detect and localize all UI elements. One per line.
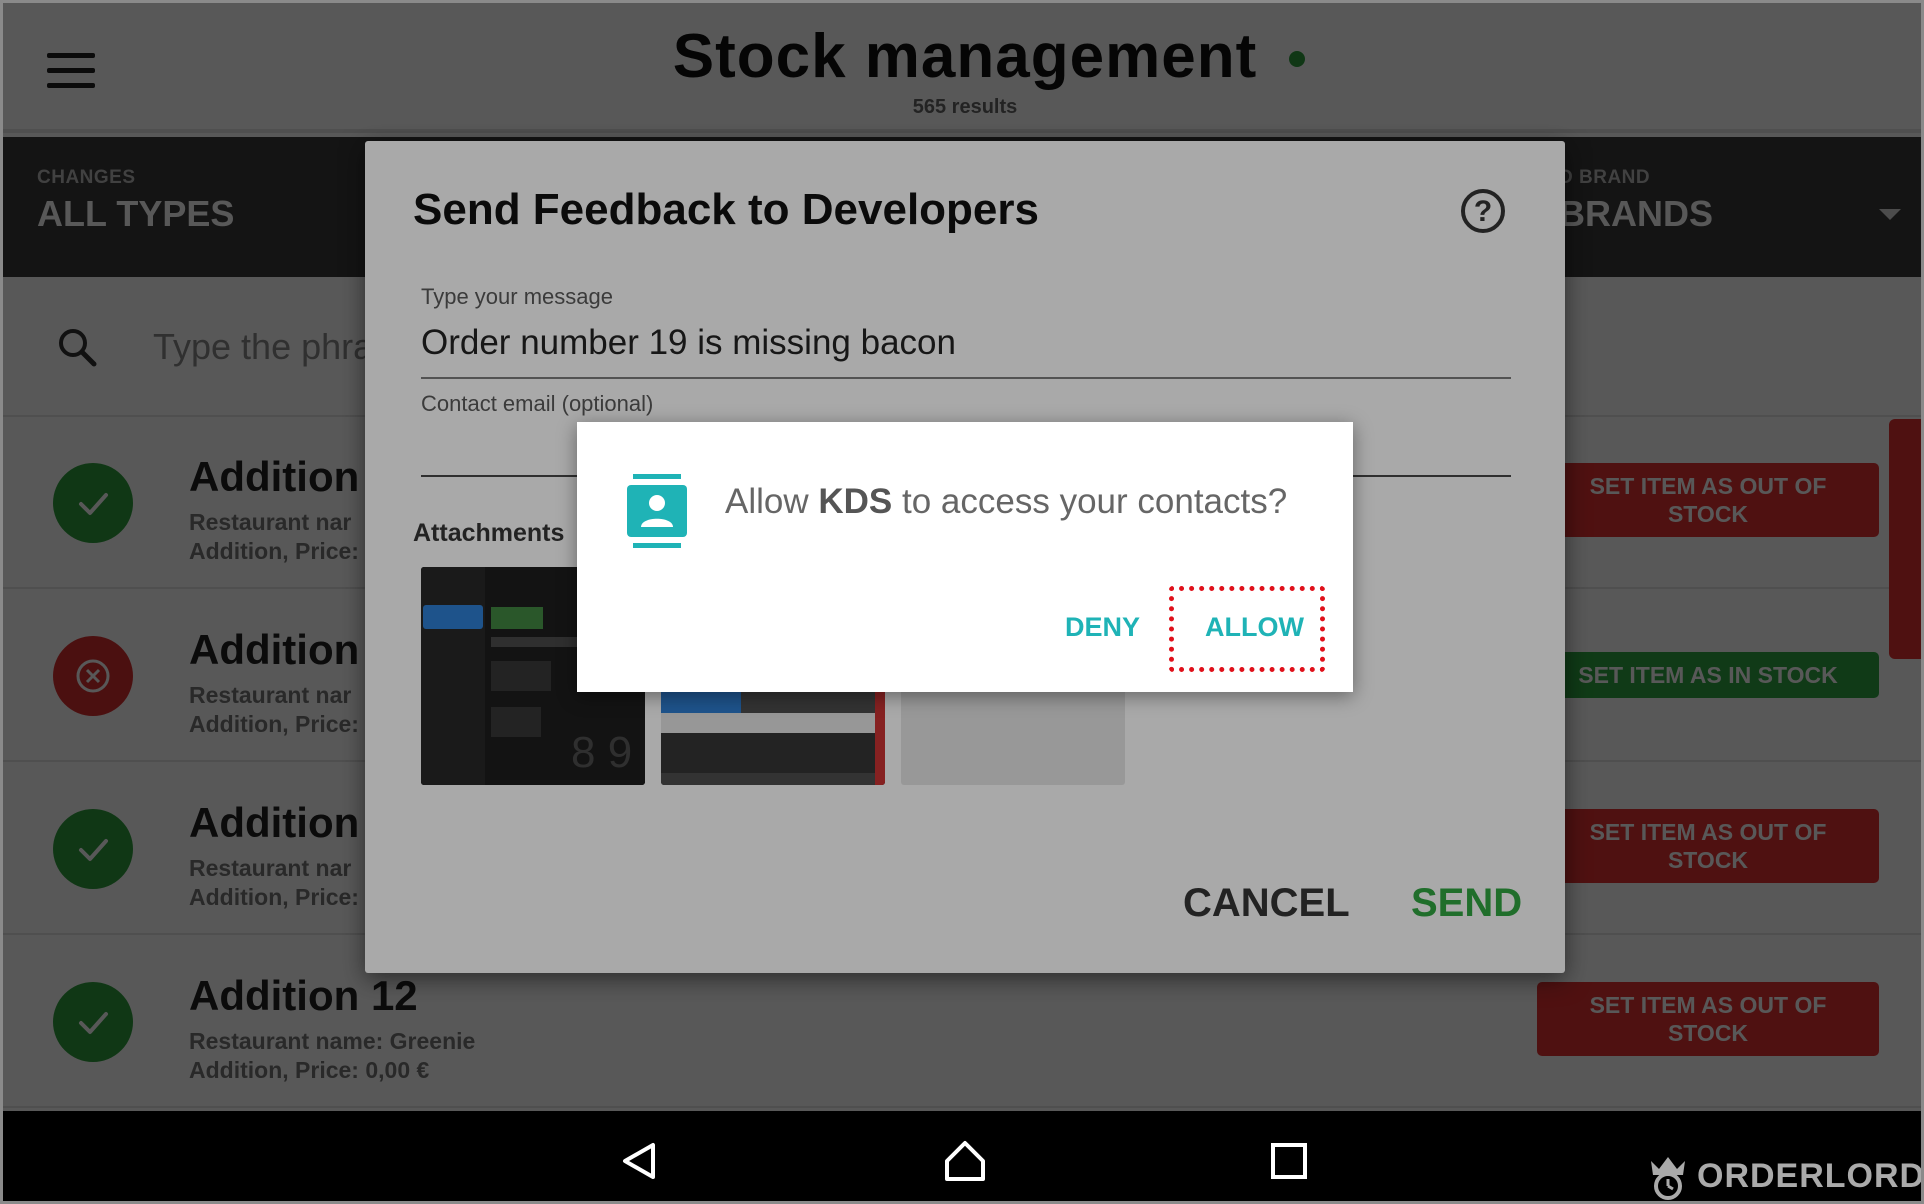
- logo-text: ORDERLORD: [1697, 1156, 1924, 1195]
- app-frame: Stock management 565 results CHANGES ALL…: [0, 0, 1924, 1204]
- permission-dialog: Allow KDS to access your contacts? DENY …: [577, 422, 1353, 692]
- permission-message: Allow KDS to access your contacts?: [725, 482, 1288, 521]
- system-navigation-bar: ORDERLORD: [3, 1111, 1924, 1201]
- orderlord-logo: ORDERLORD: [1643, 1151, 1924, 1201]
- back-icon[interactable]: [617, 1137, 665, 1185]
- deny-button[interactable]: DENY: [1065, 612, 1140, 643]
- recent-apps-icon[interactable]: [1265, 1137, 1313, 1185]
- allow-button[interactable]: ALLOW: [1205, 612, 1304, 643]
- contacts-icon: [627, 474, 687, 548]
- crown-clock-icon: [1651, 1157, 1685, 1200]
- home-icon[interactable]: [941, 1137, 989, 1185]
